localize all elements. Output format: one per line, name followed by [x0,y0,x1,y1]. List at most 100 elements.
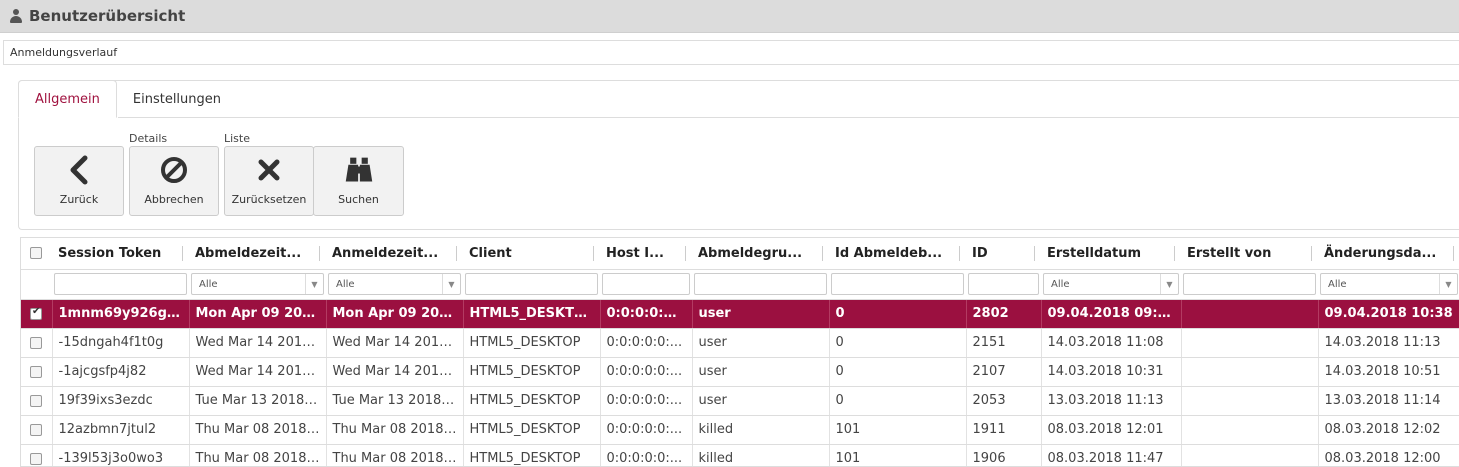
column-resize-handle[interactable] [959,246,960,261]
filter-input[interactable] [968,273,1039,295]
table-cell: 0:0:0:0:0:... [600,386,693,416]
table-row[interactable]: 1mnm69y926gq4Mon Apr 09 2018...Mon Apr 0… [21,299,1459,329]
table-cell: Mon Apr 09 2018... [189,299,327,329]
row-select-cell [21,357,53,387]
table-cell: Wed Mar 14 2018... [326,357,464,387]
table-cell: user [692,357,830,387]
table-cell: HTML5_DESKTOP [463,357,601,387]
chevron-down-icon[interactable]: ▼ [1160,274,1178,294]
filter-select[interactable]: Alle ▼ [1043,273,1179,295]
column-header[interactable]: Anmeldezeit... [326,238,463,270]
table-row[interactable]: 19f39ixs3ezdc Tue Mar 13 2018 1... Tue Mar… [21,386,1459,416]
table-row[interactable]: -15dngah4f1t0g Wed Mar 14 2018... Wed Mar … [21,328,1459,358]
table-cell: user [692,299,830,329]
table-cell: 14.03.2018 11:13 [1318,328,1459,358]
group-label-details: Details [129,132,168,145]
row-checkbox[interactable] [30,306,42,320]
search-button[interactable]: Suchen [313,146,404,216]
tab-divider [118,117,1459,118]
column-header-label: Abmeldegru... [698,245,803,261]
column-resize-handle[interactable] [1311,246,1312,261]
column-header[interactable]: Abmeldezeit... [189,238,326,270]
table-cell: 101 [829,415,967,445]
table-cell: 0 [829,299,967,329]
table-row[interactable]: 12azbmn7jtul2 Thu Mar 08 2018 ... Thu Mar … [21,415,1459,445]
row-checkbox[interactable] [30,423,42,436]
filter-cell: Alle ▼ [1041,269,1181,300]
table-header: Session Token Abmeldezeit... Anmeldezeit..… [21,238,1459,270]
column-resize-handle[interactable] [456,246,457,261]
column-header-label: Erstellt von [1187,245,1272,261]
filter-input[interactable] [831,273,964,295]
back-button[interactable]: Zurück [34,146,124,216]
column-resize-handle[interactable] [319,246,320,261]
filter-input[interactable] [465,273,598,295]
column-resize-handle[interactable] [685,246,686,261]
select-all-checkbox[interactable] [30,247,42,260]
row-checkbox[interactable] [30,452,42,465]
column-header[interactable]: Änderungsda... [1318,238,1459,270]
table-cell: 2107 [966,357,1042,387]
search-button-label: Suchen [338,193,379,206]
reset-button[interactable]: Zurücksetzen [224,146,314,216]
table-cell: 0:0:0:0:0:... [600,357,693,387]
row-checkbox[interactable] [30,394,42,407]
filter-input[interactable] [54,273,187,295]
table-cell: 19f39ixs3ezdc [52,386,190,416]
column-header-label: Host I... [606,245,664,261]
filter-input[interactable] [1183,273,1316,295]
column-header[interactable]: Erstellt von [1181,238,1318,270]
column-header-label: Anmeldezeit... [332,245,439,261]
table-cell: -139l53j3o0wo3 [52,444,190,466]
column-resize-handle[interactable] [182,246,183,261]
column-resize-handle[interactable] [1034,246,1035,261]
filter-cell [692,269,829,300]
table-cell: -1ajcgsfp4j82 [52,357,190,387]
column-resize-handle[interactable] [1174,246,1175,261]
column-header[interactable]: Abmeldegru... [692,238,829,270]
close-icon [254,155,284,185]
filter-cell [966,269,1041,300]
table-cell: 14.03.2018 10:51 [1318,357,1459,387]
filter-input[interactable] [602,273,690,295]
table-cell: 1mnm69y926gq4 [52,299,190,329]
filter-input[interactable] [694,273,827,295]
chevron-down-icon[interactable]: ▼ [305,274,323,294]
chevron-down-icon[interactable]: ▼ [442,274,460,294]
table-cell: user [692,386,830,416]
column-resize-handle[interactable] [593,246,594,261]
table-cell: Tue Mar 13 2018 1... [326,386,464,416]
cancel-button[interactable]: Abbrechen [129,146,219,216]
row-checkbox[interactable] [30,365,42,378]
filter-select[interactable]: Alle ▼ [1320,273,1458,295]
filter-cell [829,269,966,300]
chevron-down-icon[interactable]: ▼ [1439,274,1457,294]
column-header[interactable]: Id Abmeldeb... [829,238,966,270]
tab-einstellungen[interactable]: Einstellungen [117,80,237,118]
column-header[interactable]: Session Token [52,238,189,270]
table-cell [1181,386,1319,416]
table-cell: Wed Mar 14 2018... [326,328,464,358]
table-row[interactable]: -1ajcgsfp4j82 Wed Mar 14 2018... Wed Mar 1… [21,357,1459,387]
filter-cell: Alle ▼ [1318,269,1459,300]
tab-allgemein[interactable]: Allgemein [18,80,117,118]
filter-cell [1181,269,1318,300]
column-resize-handle[interactable] [1453,246,1454,261]
table-cell: killed [692,415,830,445]
filter-select[interactable]: Alle ▼ [191,273,324,295]
column-resize-handle[interactable] [822,246,823,261]
column-header[interactable]: Erstelldatum [1041,238,1181,270]
filter-select[interactable]: Alle ▼ [328,273,461,295]
filter-select-value: Alle [1051,278,1070,290]
column-header[interactable]: ID [966,238,1041,270]
filter-cell: Alle ▼ [326,269,463,300]
table-row[interactable]: -139l53j3o0wo3 Thu Mar 08 2018 ... Thu Mar… [21,444,1459,466]
table-cell: 2151 [966,328,1042,358]
column-header[interactable]: Client [463,238,600,270]
table-cell: 0:0:0:0:0:... [600,299,693,329]
table-cell: Tue Mar 13 2018 1... [189,386,327,416]
column-header[interactable]: Host I... [600,238,692,270]
row-select-cell [21,386,53,416]
row-checkbox[interactable] [30,336,42,349]
title-bar: Benutzerübersicht [0,0,1459,33]
